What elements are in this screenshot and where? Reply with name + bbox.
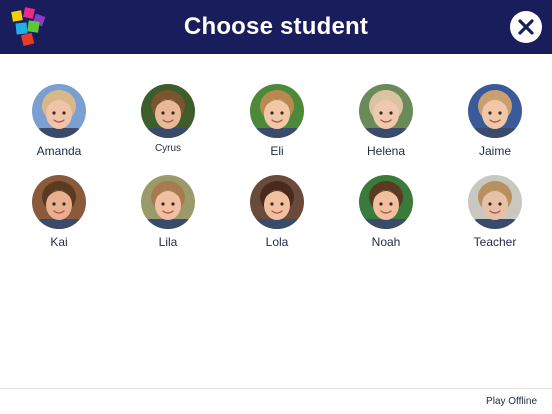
student-name: Lila	[158, 235, 178, 249]
student-noah[interactable]: Noah	[336, 175, 436, 249]
close-button[interactable]	[510, 11, 542, 43]
play-offline-link[interactable]: Play Offline	[486, 396, 537, 407]
student-avatar	[250, 84, 304, 138]
student-name: Teacher	[473, 235, 517, 249]
student-avatar	[468, 84, 522, 138]
student-name: Amanda	[36, 144, 82, 158]
student-name: Jaime	[478, 144, 511, 158]
student-lila[interactable]: Lila	[118, 175, 218, 249]
page-title: Choose student	[183, 13, 369, 40]
student-name: Lola	[265, 235, 289, 249]
student-eli[interactable]: Eli	[227, 84, 327, 158]
student-cyrus[interactable]: Cyrus	[118, 84, 218, 154]
student-name: Cyrus	[154, 143, 182, 154]
student-name: Kai	[50, 235, 68, 249]
student-jaime[interactable]: Jaime	[445, 84, 545, 158]
student-teacher[interactable]: Teacher	[445, 175, 545, 249]
student-avatar	[468, 175, 522, 229]
student-avatar	[141, 175, 195, 229]
student-avatar	[250, 175, 304, 229]
student-avatar	[32, 175, 86, 229]
student-amanda[interactable]: Amanda	[9, 84, 109, 158]
close-icon	[518, 19, 534, 35]
student-lola[interactable]: Lola	[227, 175, 327, 249]
student-kai[interactable]: Kai	[9, 175, 109, 249]
header-bar: Choose student	[0, 0, 552, 54]
student-avatar	[359, 175, 413, 229]
student-avatar	[359, 84, 413, 138]
student-avatar	[32, 84, 86, 138]
student-helena[interactable]: Helena	[336, 84, 436, 158]
student-name: Helena	[366, 144, 406, 158]
student-name: Eli	[270, 144, 284, 158]
student-avatar	[141, 84, 195, 138]
student-name: Noah	[371, 235, 401, 249]
footer-divider	[0, 388, 552, 389]
